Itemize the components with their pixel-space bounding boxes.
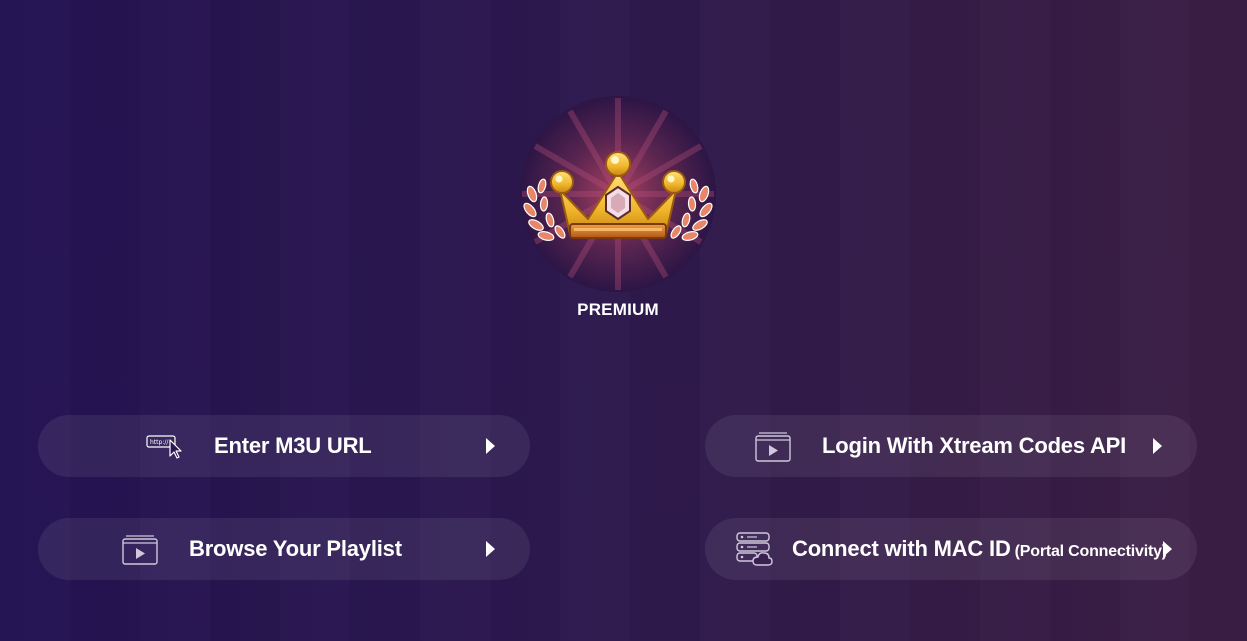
browse-playlist-label: Browse Your Playlist bbox=[189, 536, 402, 561]
video-player-icon bbox=[755, 432, 791, 462]
premium-label: PREMIUM bbox=[577, 300, 659, 319]
video-player-icon bbox=[122, 535, 158, 565]
chevron-right-icon bbox=[1163, 541, 1172, 557]
portal-connectivity-note: (Portal Connectivity) bbox=[1014, 543, 1167, 560]
crown-icon bbox=[520, 96, 716, 292]
enter-m3u-url-label: Enter M3U URL bbox=[214, 433, 372, 458]
chevron-right-icon bbox=[1153, 438, 1162, 454]
connect-mac-id-text: Connect with MAC ID bbox=[792, 536, 1011, 561]
chevron-right-icon bbox=[486, 438, 495, 454]
connect-mac-id-label: Connect with MAC ID (Portal Connectivity) bbox=[792, 518, 1167, 580]
url-cursor-icon: http:// bbox=[146, 435, 182, 459]
enter-m3u-url-button[interactable]: http:// Enter M3U URL bbox=[38, 415, 530, 477]
xtream-codes-login-label: Login With Xtream Codes API bbox=[822, 433, 1127, 458]
premium-badge bbox=[518, 94, 718, 294]
server-cloud-icon bbox=[736, 532, 773, 566]
connect-mac-id-button[interactable]: Connect with MAC ID (Portal Connectivity) bbox=[705, 518, 1197, 580]
svg-text:http://: http:// bbox=[150, 439, 169, 446]
browse-playlist-button[interactable]: Browse Your Playlist bbox=[38, 518, 530, 580]
chevron-right-icon bbox=[486, 541, 495, 557]
xtream-codes-login-button[interactable]: Login With Xtream Codes API bbox=[705, 415, 1197, 477]
